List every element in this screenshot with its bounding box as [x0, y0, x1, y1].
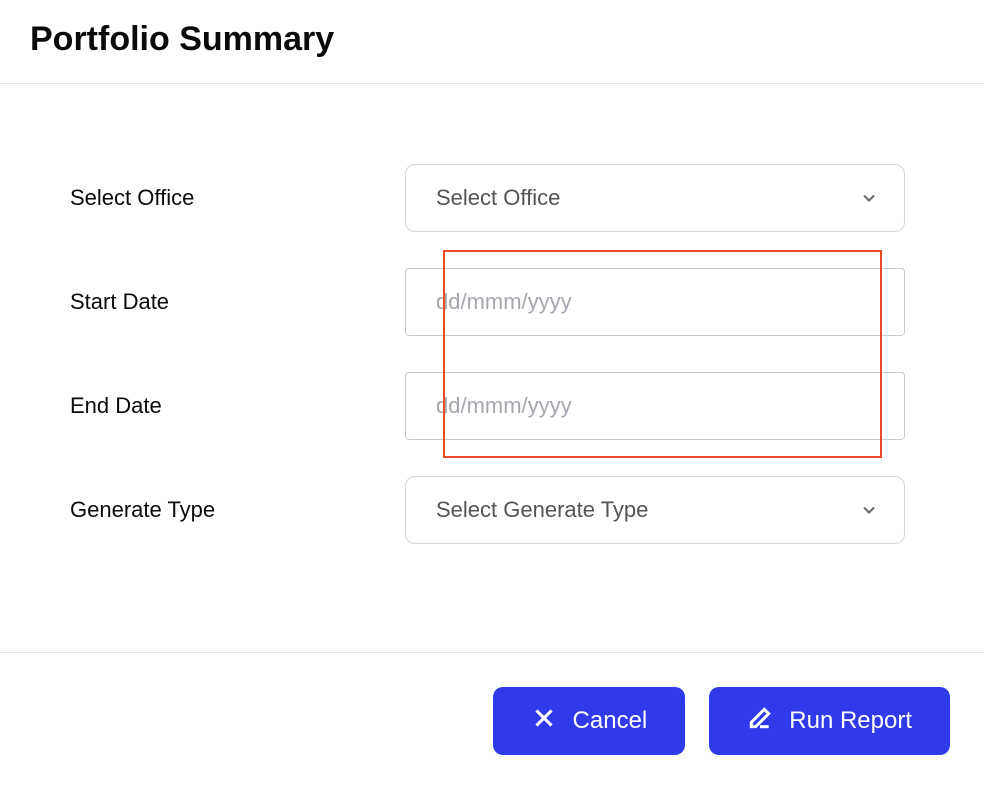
- start-date-row: Start Date: [70, 268, 914, 336]
- start-date-label: Start Date: [70, 289, 405, 315]
- close-icon: [531, 705, 557, 738]
- start-date-input[interactable]: [405, 268, 905, 336]
- generate-type-select-value: Select Generate Type: [405, 476, 905, 544]
- generate-type-row: Generate Type Select Generate Type: [70, 476, 914, 544]
- cancel-button-label: Cancel: [573, 707, 648, 735]
- footer-buttons: Cancel Run Report: [0, 653, 984, 755]
- generate-type-select[interactable]: Select Generate Type: [405, 476, 905, 544]
- cancel-button[interactable]: Cancel: [493, 687, 686, 755]
- office-select[interactable]: Select Office: [405, 164, 905, 232]
- office-select-value: Select Office: [405, 164, 905, 232]
- end-date-label: End Date: [70, 393, 405, 419]
- generate-type-label: Generate Type: [70, 497, 405, 523]
- run-report-button-label: Run Report: [789, 707, 912, 735]
- end-date-row: End Date: [70, 372, 914, 440]
- date-range-highlighted: Start Date End Date: [70, 268, 914, 440]
- edit-icon: [747, 705, 773, 738]
- form-area: Select Office Select Office Start Date E…: [0, 84, 984, 620]
- office-row: Select Office Select Office: [70, 164, 914, 232]
- run-report-button[interactable]: Run Report: [709, 687, 950, 755]
- end-date-input[interactable]: [405, 372, 905, 440]
- office-label: Select Office: [70, 185, 405, 211]
- page-title: Portfolio Summary: [0, 0, 984, 83]
